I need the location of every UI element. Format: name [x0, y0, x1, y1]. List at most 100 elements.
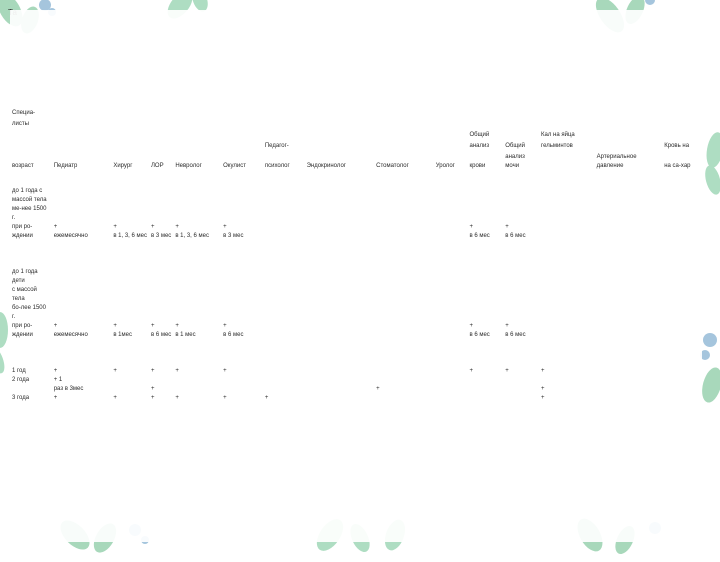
row-label: ме-нее 1500 г.	[10, 205, 52, 223]
row-label: до 1 года с	[10, 187, 52, 196]
table-cell	[662, 304, 702, 322]
col-header: возраст	[10, 153, 52, 173]
table-cell	[221, 196, 263, 205]
table-cell	[263, 376, 305, 385]
table-cell	[374, 187, 434, 196]
table-cell	[173, 187, 221, 196]
table-cell	[467, 304, 503, 322]
table-cell	[374, 205, 434, 223]
col-header	[374, 109, 434, 120]
table-cell	[503, 286, 539, 304]
table-cell	[305, 394, 375, 403]
table-cell	[305, 205, 375, 223]
table-cell: +	[111, 223, 149, 232]
table-cell: +	[263, 394, 305, 403]
col-header	[221, 142, 263, 153]
col-header: Кал на яйца	[539, 131, 595, 142]
table-cell	[263, 322, 305, 331]
table-cell	[662, 196, 702, 205]
row-label: 3 года	[10, 394, 52, 403]
row-label: бо-лее 1500 г.	[10, 304, 52, 322]
table-cell: раз в 3мес	[52, 385, 112, 394]
col-header	[434, 120, 468, 131]
table-cell	[539, 187, 595, 196]
col-header	[263, 120, 305, 131]
table-cell	[539, 196, 595, 205]
table-cell	[467, 268, 503, 286]
table-cell	[467, 394, 503, 403]
table-cell: в 1мес	[111, 331, 149, 340]
table-cell	[305, 367, 375, 376]
table-cell	[305, 385, 375, 394]
col-header	[467, 120, 503, 131]
table-cell	[434, 232, 468, 241]
table-cell: в 6 мес	[149, 331, 173, 340]
table-cell	[111, 268, 149, 286]
table-cell: +	[149, 223, 173, 232]
table-cell	[221, 304, 263, 322]
table-cell	[595, 223, 663, 232]
table-cell	[263, 331, 305, 340]
table-cell: +	[52, 322, 112, 331]
table-cell	[374, 232, 434, 241]
col-header	[173, 142, 221, 153]
col-header	[149, 120, 173, 131]
table-cell: +	[221, 394, 263, 403]
table-cell: +	[221, 223, 263, 232]
table-cell	[173, 268, 221, 286]
table-cell	[434, 394, 468, 403]
table-cell: в 6 мес	[467, 232, 503, 241]
table-cell	[374, 268, 434, 286]
table-cell	[374, 304, 434, 322]
col-header	[221, 109, 263, 120]
table-cell	[111, 376, 149, 385]
table-cell	[595, 331, 663, 340]
col-header	[305, 142, 375, 153]
table-cell	[221, 205, 263, 223]
table-cell: +	[467, 322, 503, 331]
table-cell	[662, 322, 702, 331]
table-cell: +	[173, 223, 221, 232]
table-cell	[374, 367, 434, 376]
table-cell	[662, 385, 702, 394]
col-header	[52, 120, 112, 131]
table-cell	[434, 268, 468, 286]
table-cell	[662, 268, 702, 286]
table-cell	[662, 187, 702, 196]
table-cell	[149, 205, 173, 223]
col-header	[434, 131, 468, 142]
col-header	[149, 131, 173, 142]
table-cell: +	[503, 367, 539, 376]
table-cell	[111, 304, 149, 322]
col-header: Общий	[503, 142, 539, 153]
table-cell	[221, 268, 263, 286]
table-cell: +	[52, 367, 112, 376]
table-cell	[149, 376, 173, 385]
table-cell	[149, 304, 173, 322]
col-header: Кровь на	[662, 142, 702, 153]
col-header: крови	[467, 153, 503, 173]
table-cell	[503, 205, 539, 223]
col-header	[173, 109, 221, 120]
table-cell	[263, 187, 305, 196]
col-header: психолог	[263, 153, 305, 173]
table-cell: в 1 мес	[173, 331, 221, 340]
table-cell	[263, 268, 305, 286]
col-header	[595, 120, 663, 131]
table-cell	[503, 376, 539, 385]
table-cell	[467, 376, 503, 385]
table-cell	[662, 286, 702, 304]
table-cell	[539, 268, 595, 286]
table-cell	[662, 376, 702, 385]
col-header: Специа-	[10, 109, 52, 120]
row-label: до 1 года дети	[10, 268, 52, 286]
col-header	[595, 109, 663, 120]
table-cell: +	[539, 394, 595, 403]
table-cell: ежемесячно	[52, 232, 112, 241]
col-header	[374, 131, 434, 142]
col-header	[662, 109, 702, 120]
col-header	[662, 131, 702, 142]
table-cell	[503, 187, 539, 196]
table-cell	[149, 187, 173, 196]
col-header: Уролог	[434, 153, 468, 173]
